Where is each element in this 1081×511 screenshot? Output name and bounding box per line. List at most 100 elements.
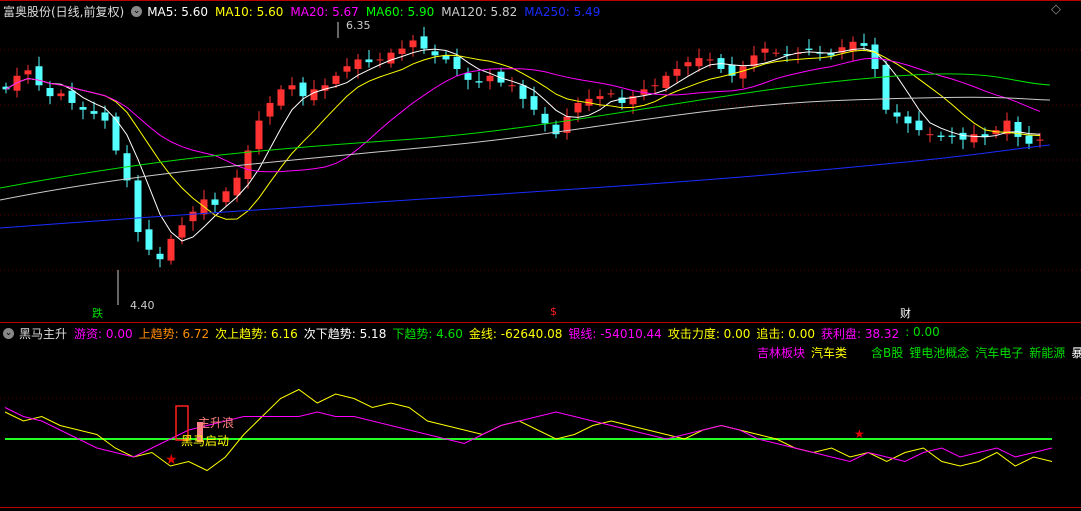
ma120-line [0, 96, 1051, 201]
candle-body [607, 93, 615, 95]
candle-body [299, 82, 307, 97]
sector-tag[interactable]: 暴力 [1071, 344, 1081, 361]
candle-body [409, 40, 417, 48]
candle-body [926, 134, 934, 136]
candle-body [376, 59, 384, 61]
candle-body [904, 116, 912, 124]
candle-body [310, 89, 318, 101]
indicator-value: 上趋势: 6.72 [138, 327, 210, 341]
sector-tag[interactable]: 汽车电子 [975, 344, 1023, 361]
candle-body [167, 238, 175, 261]
candle-body [68, 90, 76, 103]
candle-body [761, 48, 769, 53]
high-price-label: 6.35 [346, 19, 371, 32]
candle-body [453, 56, 461, 69]
candle-body [695, 58, 703, 67]
candle-body [893, 112, 901, 117]
indicator-value: 获利盘: 38.32 [820, 327, 900, 341]
candle-body [332, 75, 340, 84]
indicator-value: 金线: -62640.08 [468, 327, 563, 341]
candle-body [508, 85, 516, 87]
start-annotation: 黑马启动 [181, 434, 230, 448]
indicator-values: 游资: 0.00 上趋势: 6.72 次上趋势: 6.16 次下趋势: 5.18 下趋势… [74, 325, 940, 342]
indicator-header: ⌄ 黑马主升 游资: 0.00 上趋势: 6.72 次上趋势: 6.16 次下趋势: … [3, 325, 947, 342]
candle-body [57, 93, 65, 97]
candle-body [1014, 121, 1022, 137]
candle-body [420, 36, 428, 49]
sector-tag[interactable]: 新能源 [1029, 344, 1065, 361]
candle-body [79, 107, 87, 110]
candle-body [915, 120, 923, 131]
candle-body [772, 52, 780, 54]
candle-body [970, 134, 978, 143]
candle-body [189, 211, 197, 222]
candle-body [222, 191, 230, 203]
candlestick-chart[interactable] [0, 0, 1081, 320]
indicator-value: 次上趋势: 6.16 [215, 327, 298, 341]
candle-body [233, 177, 241, 196]
candle-body [343, 66, 351, 72]
star-icon: ★ [165, 452, 178, 468]
candle-body [486, 75, 494, 82]
candle-body [35, 66, 43, 86]
candle-body [860, 43, 868, 46]
candle-body [112, 116, 120, 151]
candle-body [574, 102, 582, 113]
candle-body [387, 52, 395, 64]
candle-body [178, 225, 186, 238]
candle-body [882, 64, 890, 110]
candle-body [464, 73, 472, 80]
low-price-label: 4.40 [130, 299, 155, 312]
osc-yellow-line [4, 388, 1053, 472]
candle-body [277, 89, 285, 106]
marker-dollar: $ [550, 305, 557, 318]
candle-body [266, 102, 274, 117]
indicator-value: 下趋势: 4.60 [392, 327, 463, 341]
candle-body [541, 113, 549, 124]
candle-body [805, 48, 813, 50]
sector-tag[interactable]: 锂电池概念 [909, 344, 969, 361]
candle-body [431, 51, 439, 56]
indicator-value: : 0.00 [905, 325, 940, 339]
indicator-value: 追击: 0.00 [756, 327, 815, 341]
sector-tag[interactable]: 含B股 [871, 344, 903, 361]
candle-body [156, 253, 164, 260]
candle-body [519, 85, 527, 99]
wave-annotation: 主升浪 [198, 416, 235, 430]
candle-body [288, 85, 296, 90]
candle-body [1036, 139, 1044, 141]
star-icon: ★ [854, 427, 865, 441]
candle-body [596, 96, 604, 99]
candle-body [255, 120, 263, 150]
candle-body [24, 70, 32, 75]
chevron-down-icon[interactable]: ⌄ [3, 328, 14, 339]
candle-body [948, 135, 956, 137]
candle-body [684, 62, 692, 67]
oscillator-chart[interactable]: ★★ [0, 360, 1081, 510]
candle-body [145, 229, 153, 250]
candle-body [739, 66, 747, 79]
candle-body [101, 112, 109, 121]
candle-body [871, 44, 879, 69]
candle-body [13, 75, 21, 91]
osc-magenta-line [4, 407, 1053, 463]
candle-body [662, 75, 670, 88]
indicator-value: 攻击力度: 0.00 [667, 327, 751, 341]
indicator-value: 游资: 0.00 [74, 327, 133, 341]
marker-finance: 财 [900, 307, 911, 320]
candle-body [211, 199, 219, 205]
candle-body [46, 88, 54, 97]
candle-body [1025, 135, 1033, 144]
sector-tag[interactable]: 汽车类 [811, 344, 847, 361]
indicator-name: 黑马主升 [19, 327, 68, 341]
candle-body [475, 81, 483, 83]
candle-body [354, 59, 362, 69]
candle-body [673, 68, 681, 76]
indicator-value: 次下趋势: 5.18 [303, 327, 387, 341]
candle-body [398, 48, 406, 55]
candle-body [134, 180, 142, 233]
indicator-value: 银线: -54010.44 [568, 327, 662, 341]
candle-body [706, 59, 714, 61]
sector-tag[interactable]: 吉林板块 [757, 344, 805, 361]
bottom-divider [0, 507, 1081, 508]
